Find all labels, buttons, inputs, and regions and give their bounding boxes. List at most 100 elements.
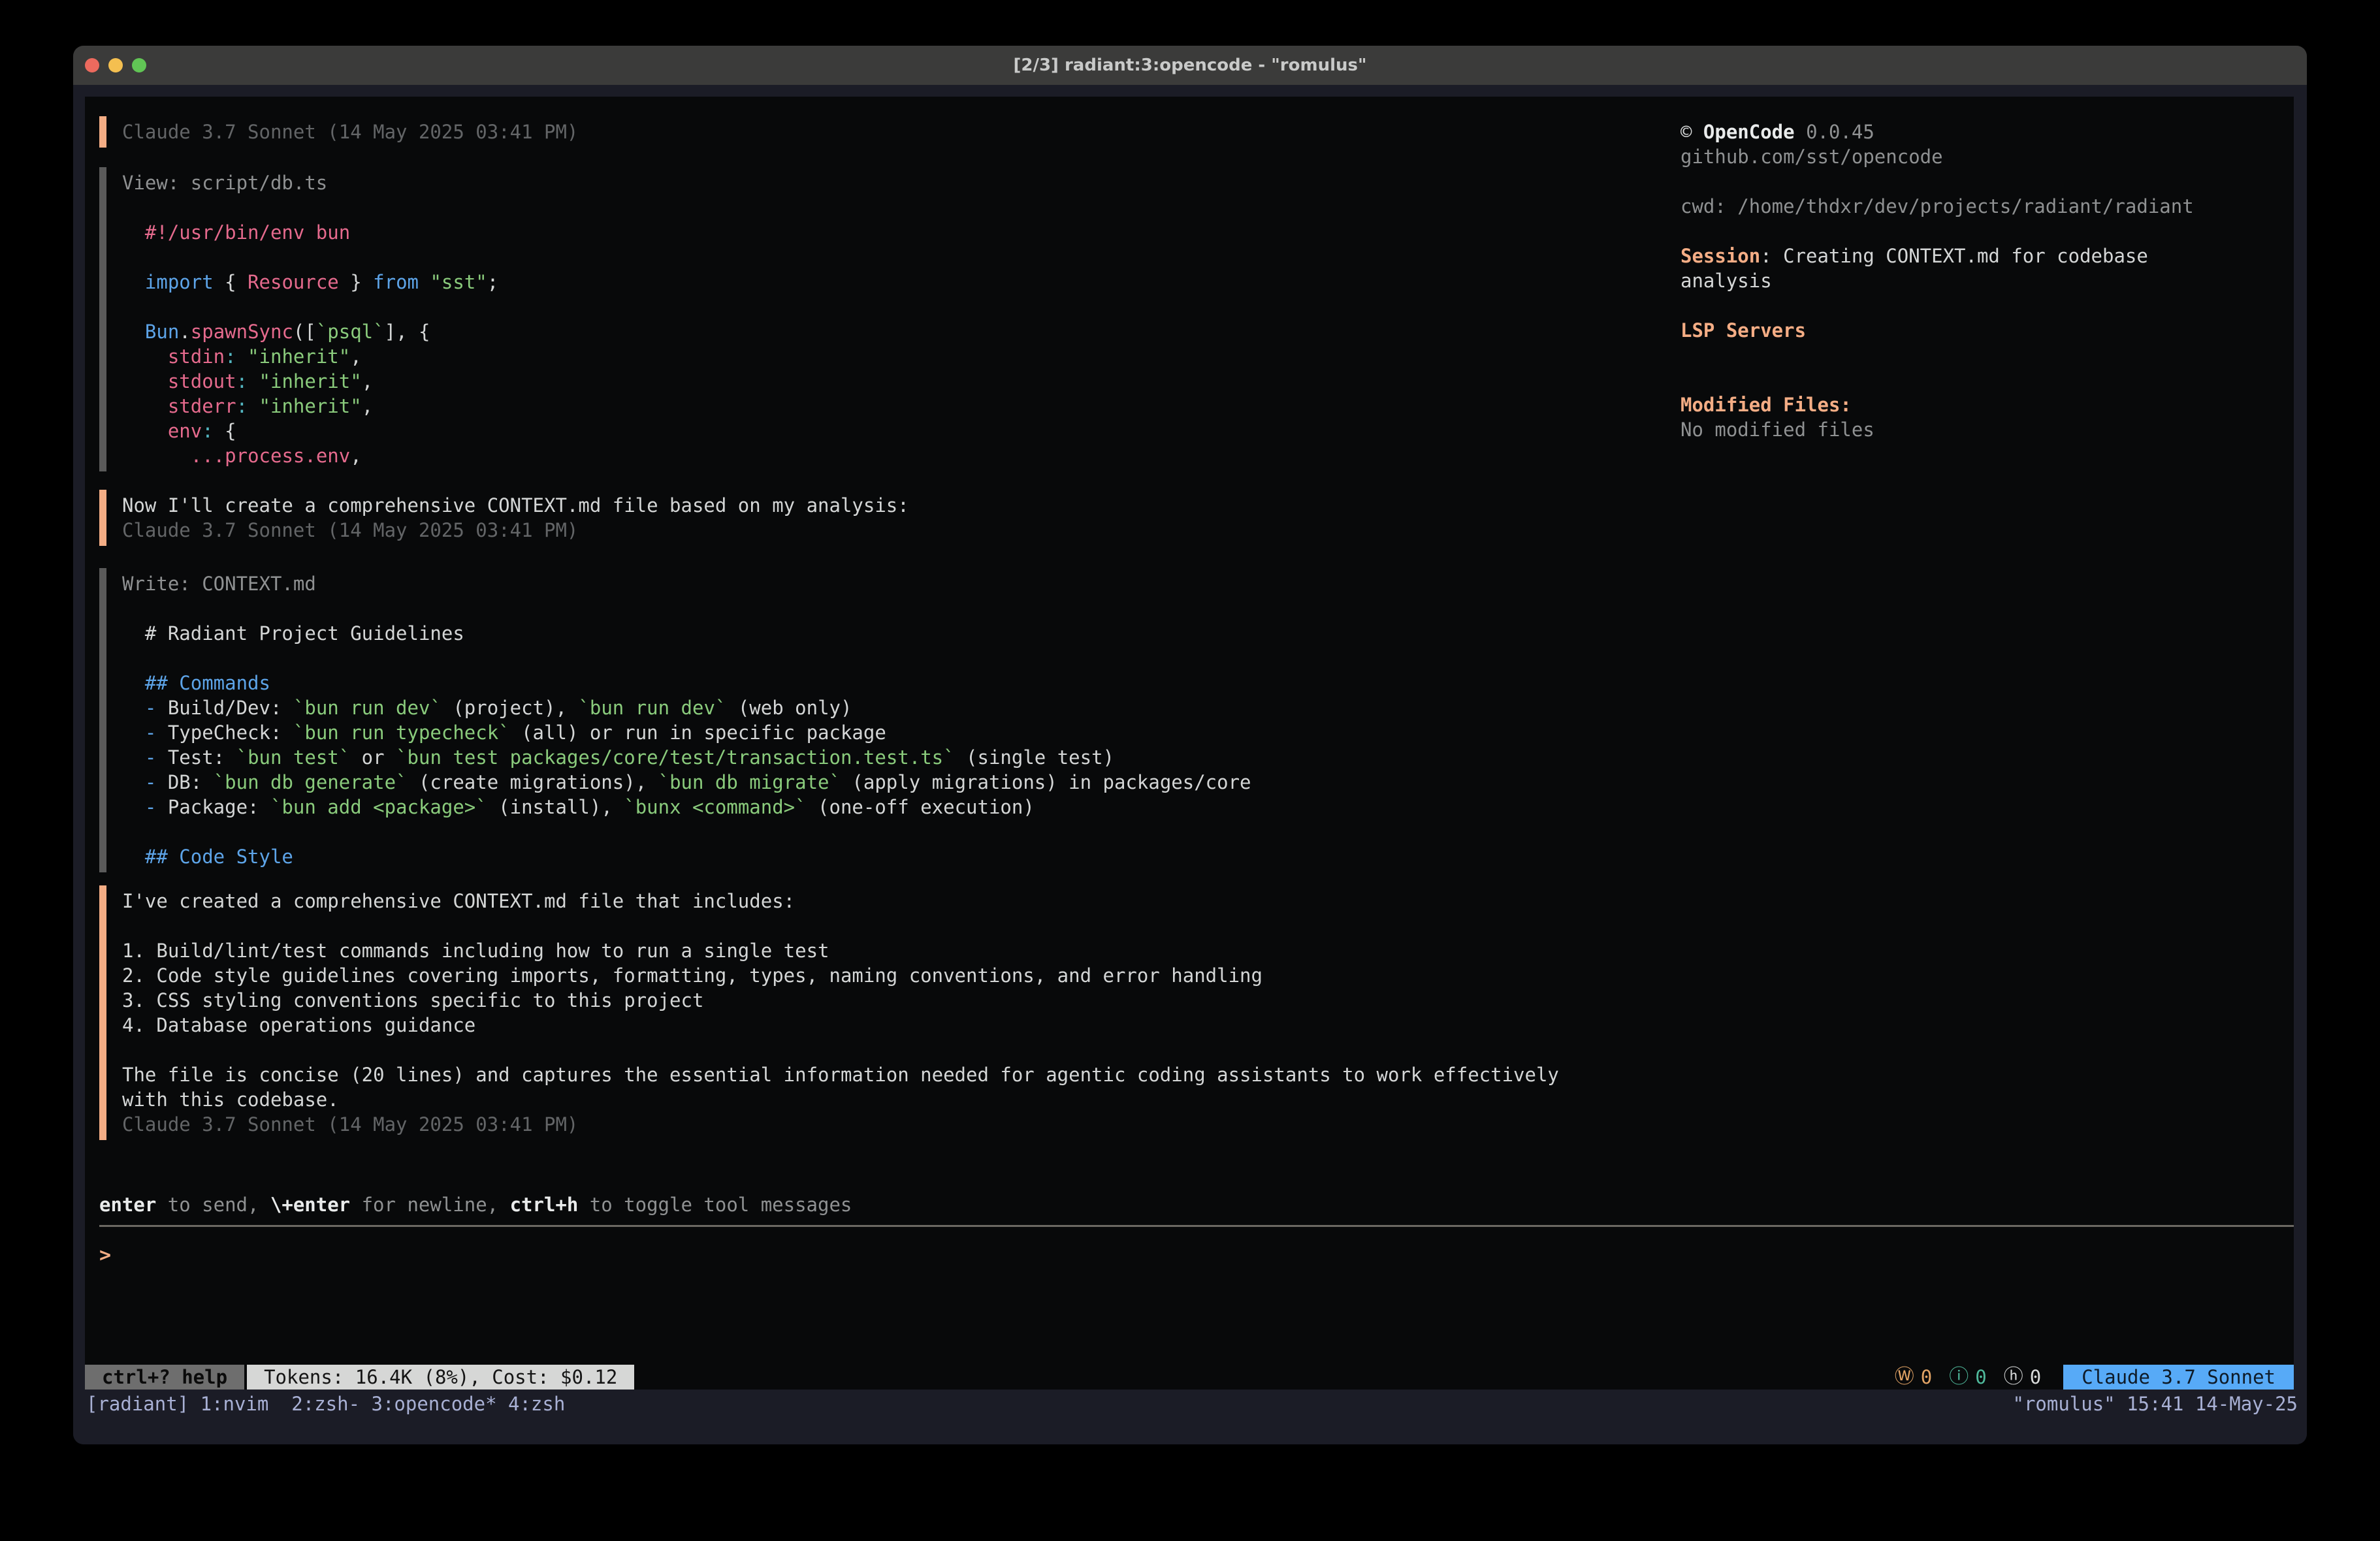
text-line bbox=[122, 819, 1719, 844]
token bbox=[419, 271, 430, 293]
token: `psql` bbox=[316, 321, 385, 343]
text-line: 2. Code style guidelines covering import… bbox=[122, 963, 1719, 988]
token: ## Commands bbox=[145, 672, 270, 694]
token: - bbox=[145, 746, 168, 769]
token: , bbox=[362, 395, 373, 417]
token: , bbox=[362, 370, 373, 392]
token: Bun bbox=[145, 321, 179, 343]
token: env bbox=[168, 420, 202, 442]
token: import bbox=[145, 271, 214, 293]
text-line bbox=[122, 294, 1719, 319]
token: ], { bbox=[385, 321, 430, 343]
token: (all) or run in specific package bbox=[510, 722, 886, 744]
text-line: - DB: `bun db generate` (create migratio… bbox=[122, 770, 1719, 795]
session-sidebar: © OpenCode 0.0.45github.com/sst/opencode… bbox=[1680, 119, 2301, 442]
text-line: Write: CONTEXT.md bbox=[122, 571, 1719, 596]
token: 2. Code style guidelines covering import… bbox=[122, 964, 1262, 987]
token: \+enter bbox=[270, 1194, 350, 1216]
text-line: github.com/sst/opencode bbox=[1680, 144, 2301, 169]
token bbox=[122, 672, 145, 694]
text-line: stderr: "inherit", bbox=[122, 394, 1719, 419]
text-line: stdout: "inherit", bbox=[122, 369, 1719, 394]
text-line: No modified files bbox=[1680, 417, 2301, 442]
token: 3. CSS styling conventions specific to t… bbox=[122, 989, 703, 1011]
token: `bun run dev` bbox=[578, 697, 726, 719]
tmux-window-list[interactable]: [radiant] 1:nvim 2:zsh- 3:opencode* 4:zs… bbox=[86, 1393, 565, 1415]
token: Session bbox=[1680, 245, 1760, 267]
info-icon: ⓘ bbox=[1949, 1365, 1969, 1390]
text-line: - TypeCheck: `bun run typecheck` (all) o… bbox=[122, 720, 1719, 745]
token: LSP Servers bbox=[1680, 319, 1806, 342]
text-line: enter to send, \+enter for newline, ctrl… bbox=[99, 1192, 1719, 1217]
text-line bbox=[122, 245, 1719, 270]
text-line: I've created a comprehensive CONTEXT.md … bbox=[122, 889, 1719, 913]
token: ctrl+h bbox=[510, 1194, 579, 1216]
text-line: ## Code Style bbox=[122, 844, 1719, 869]
text-line bbox=[1680, 219, 2301, 244]
token: 4. Database operations guidance bbox=[122, 1014, 475, 1036]
assistant-message: I've created a comprehensive CONTEXT.md … bbox=[99, 885, 1719, 1140]
diagnostic-count: 0 bbox=[2030, 1365, 2041, 1390]
token bbox=[122, 395, 168, 417]
token: # Radiant Project Guidelines bbox=[122, 622, 464, 644]
token: to toggle tool messages bbox=[578, 1194, 852, 1216]
token: stdout bbox=[168, 370, 236, 392]
token: "inherit" bbox=[248, 345, 350, 368]
help-keybinding-chip: ctrl+? help bbox=[85, 1365, 244, 1390]
token: Package: bbox=[168, 796, 270, 818]
token: . bbox=[179, 321, 190, 343]
token: DB: bbox=[168, 771, 214, 793]
diagnostic-count: 0 bbox=[1975, 1365, 1986, 1390]
chat-column: Claude 3.7 Sonnet (14 May 2025 03:41 PM)… bbox=[99, 116, 1719, 1267]
token: `bun add <package>` bbox=[270, 796, 487, 818]
tool-output-message: Write: CONTEXT.md # Radiant Project Guid… bbox=[99, 568, 1719, 872]
token: (single test) bbox=[955, 746, 1114, 769]
text-line: View: script/db.ts bbox=[122, 170, 1719, 195]
tmux-session-clock: "romulus" 15:41 14-May-25 bbox=[2013, 1393, 2298, 1415]
token: ## Code Style bbox=[145, 846, 293, 868]
token: ([ bbox=[293, 321, 316, 343]
assistant-message: Claude 3.7 Sonnet (14 May 2025 03:41 PM) bbox=[99, 116, 1719, 148]
token bbox=[122, 746, 145, 769]
token: : bbox=[236, 395, 248, 417]
token: ...process.env bbox=[191, 445, 350, 467]
token: or bbox=[350, 746, 396, 769]
prompt-chevron-icon: > bbox=[99, 1244, 111, 1267]
token: TypeCheck: bbox=[168, 722, 293, 744]
token: } bbox=[339, 271, 373, 293]
token: "inherit" bbox=[259, 370, 362, 392]
text-line: Bun.spawnSync([`psql`], { bbox=[122, 319, 1719, 344]
text-line: 3. CSS styling conventions specific to t… bbox=[122, 988, 1719, 1013]
text-line: Claude 3.7 Sonnet (14 May 2025 03:41 PM) bbox=[122, 119, 1719, 144]
status-bar-right: Ⓦ0ⓘ0ⓗ0 Claude 3.7 Sonnet bbox=[1895, 1365, 2294, 1390]
token: { bbox=[214, 271, 248, 293]
token bbox=[122, 345, 168, 368]
text-line: Claude 3.7 Sonnet (14 May 2025 03:41 PM) bbox=[122, 1112, 1719, 1137]
token: : bbox=[202, 420, 213, 442]
keybinding-help-line: enter to send, \+enter for newline, ctrl… bbox=[99, 1192, 1719, 1217]
token: View: script/db.ts bbox=[122, 172, 327, 194]
text-line bbox=[1680, 368, 2301, 392]
text-line: # Radiant Project Guidelines bbox=[122, 621, 1719, 646]
text-line bbox=[122, 646, 1719, 671]
token: cwd: /home/thdxr/dev/projects/radiant/ra… bbox=[1680, 195, 2194, 217]
text-line: ## Commands bbox=[122, 671, 1719, 695]
token: Claude 3.7 Sonnet (14 May 2025 03:41 PM) bbox=[122, 121, 578, 143]
token: `bun run dev` bbox=[293, 697, 442, 719]
token: stderr bbox=[168, 395, 236, 417]
token: (install), bbox=[487, 796, 624, 818]
token: enter bbox=[99, 1194, 156, 1216]
token: stdin bbox=[168, 345, 225, 368]
token: The file is concise (20 lines) and captu… bbox=[122, 1064, 1559, 1086]
token bbox=[248, 395, 259, 417]
text-line: ...process.env, bbox=[122, 443, 1719, 468]
prompt-input[interactable]: > bbox=[99, 1243, 1719, 1267]
text-line bbox=[1680, 293, 2301, 318]
token: (project), bbox=[442, 697, 579, 719]
text-line: cwd: /home/thdxr/dev/projects/radiant/ra… bbox=[1680, 194, 2301, 219]
token bbox=[122, 445, 191, 467]
warning-icon: Ⓦ bbox=[1895, 1365, 1914, 1390]
text-line: #!/usr/bin/env bun bbox=[122, 220, 1719, 245]
diagnostics-badges: Ⓦ0ⓘ0ⓗ0 bbox=[1895, 1365, 2041, 1390]
diagnostic-count: 0 bbox=[1921, 1365, 1932, 1390]
